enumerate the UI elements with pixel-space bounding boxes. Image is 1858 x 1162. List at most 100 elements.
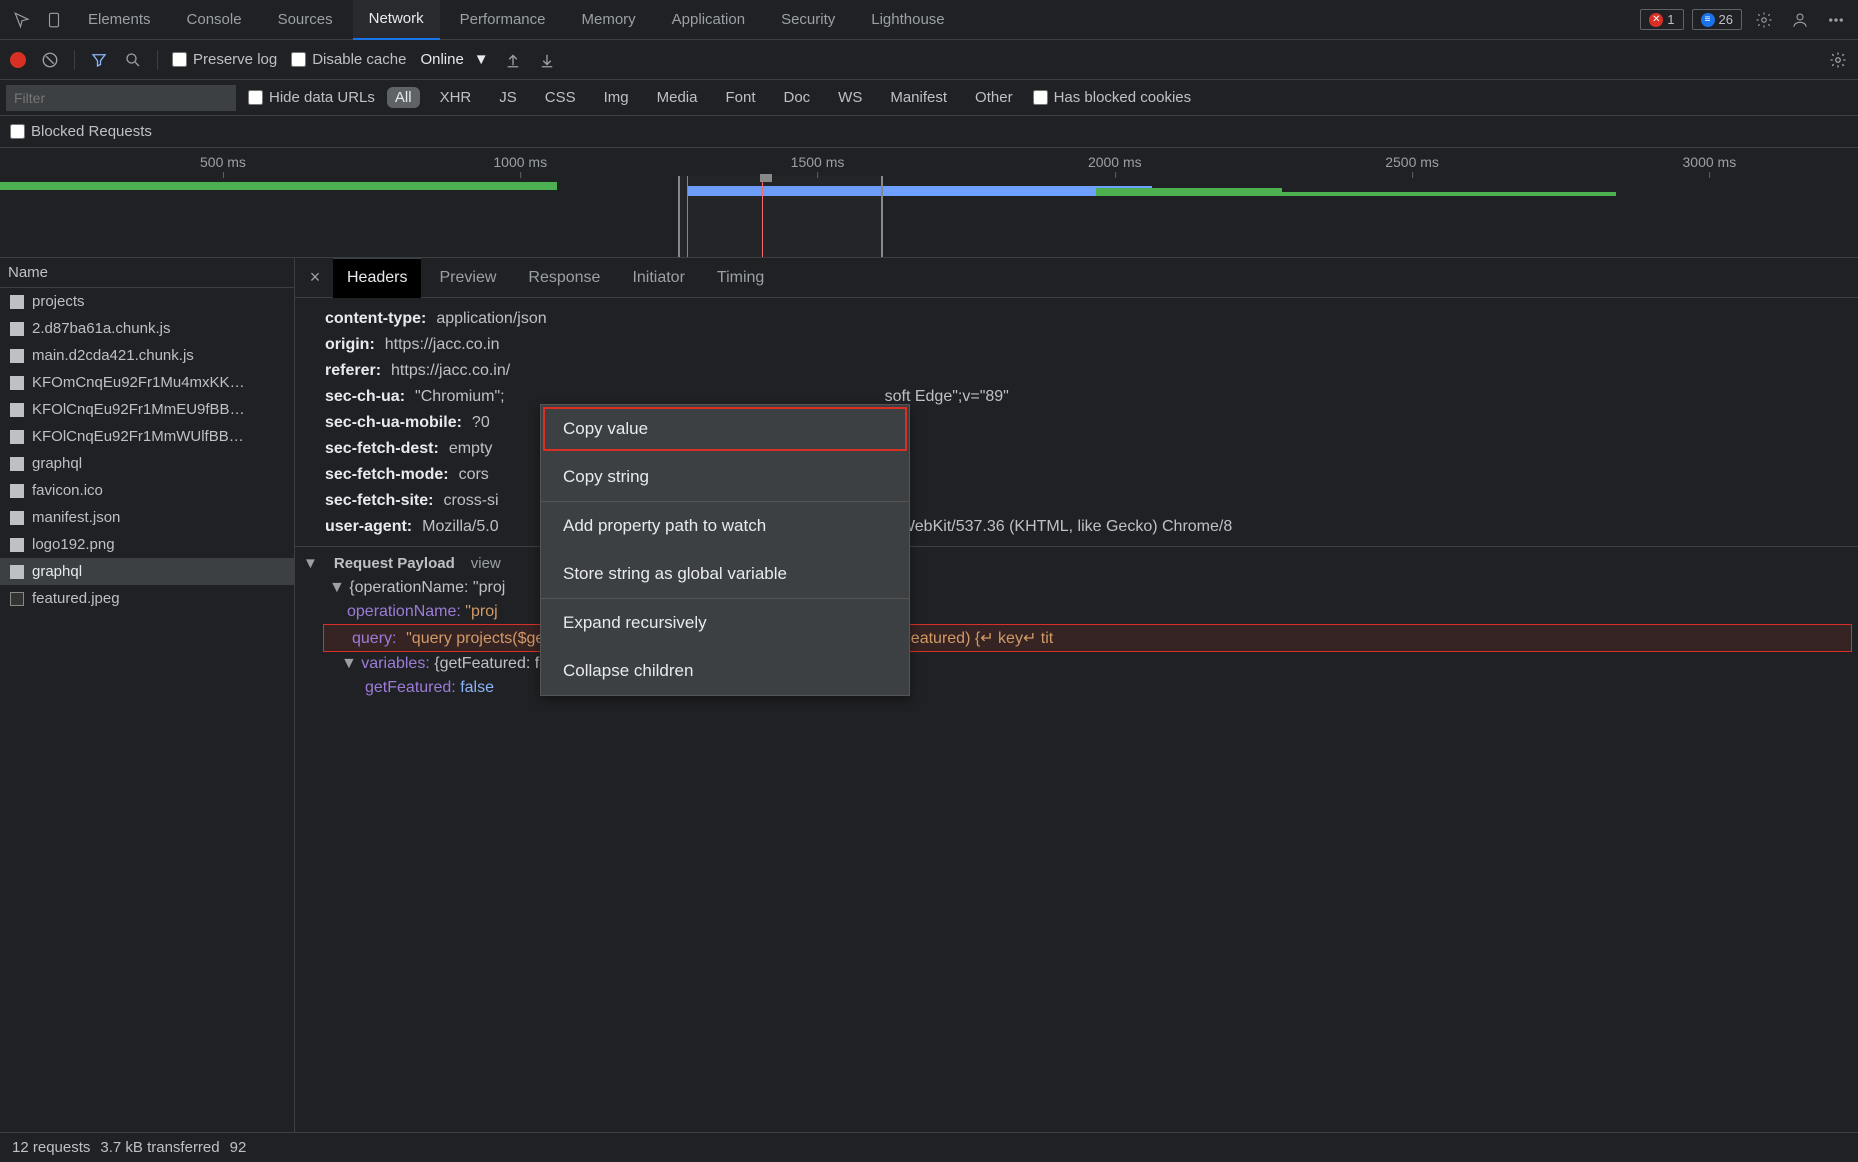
header-row[interactable]: origin:https://jacc.co.in xyxy=(295,332,1858,358)
tab-application[interactable]: Application xyxy=(656,0,761,40)
header-row[interactable]: content-type:application/json xyxy=(295,306,1858,332)
request-name: manifest.json xyxy=(32,509,120,526)
header-row[interactable]: sec-fetch-mode:cors xyxy=(295,462,1858,488)
request-row[interactable]: projects xyxy=(0,288,294,315)
header-row[interactable]: sec-ch-ua-mobile:?0 xyxy=(295,410,1858,436)
header-row[interactable]: sec-fetch-dest:empty xyxy=(295,436,1858,462)
header-row[interactable]: user-agent:Mozilla/5.0pleWebKit/537.36 (… xyxy=(295,514,1858,540)
header-row[interactable]: sec-ch-ua:"Chromium";soft Edge";v="89" xyxy=(295,384,1858,410)
view-source-link[interactable]: view xyxy=(471,555,501,572)
timeline-overview[interactable]: 500 ms 1000 ms 1500 ms 2000 ms 2500 ms 3… xyxy=(0,148,1858,258)
tab-memory[interactable]: Memory xyxy=(566,0,652,40)
tick: 3000 ms xyxy=(1683,154,1737,170)
file-icon xyxy=(10,295,24,309)
tab-performance[interactable]: Performance xyxy=(444,0,562,40)
ctx-store-global[interactable]: Store string as global variable xyxy=(541,550,909,598)
record-button[interactable] xyxy=(10,52,26,68)
type-css[interactable]: CSS xyxy=(537,87,584,108)
file-icon xyxy=(10,322,24,336)
request-row[interactable]: KFOlCnqEu92Fr1MmWUlfBB… xyxy=(0,423,294,450)
name-column-header[interactable]: Name xyxy=(0,258,294,288)
request-row[interactable]: main.d2cda421.chunk.js xyxy=(0,342,294,369)
search-icon[interactable] xyxy=(123,50,143,70)
file-icon xyxy=(10,457,24,471)
timeline-bar xyxy=(1282,192,1616,196)
filter-input[interactable] xyxy=(6,85,236,111)
type-font[interactable]: Font xyxy=(717,87,763,108)
warning-badge[interactable]: ≡26 xyxy=(1692,9,1742,30)
request-row[interactable]: KFOlCnqEu92Fr1MmEU9fBB… xyxy=(0,396,294,423)
filter-icon[interactable] xyxy=(89,50,109,70)
type-xhr[interactable]: XHR xyxy=(432,87,480,108)
file-icon xyxy=(10,592,24,606)
timeline-selection[interactable] xyxy=(678,176,882,257)
request-list-panel: Name projects2.d87ba61a.chunk.jsmain.d2c… xyxy=(0,258,295,1132)
type-img[interactable]: Img xyxy=(596,87,637,108)
ctx-copy-value[interactable]: Copy value xyxy=(541,405,909,453)
devtools-tabbar: Elements Console Sources Network Perform… xyxy=(0,0,1858,40)
throttle-select[interactable]: Online▼ xyxy=(420,51,488,68)
type-manifest[interactable]: Manifest xyxy=(882,87,955,108)
timeline-bar xyxy=(0,182,557,190)
type-other[interactable]: Other xyxy=(967,87,1021,108)
tab-console[interactable]: Console xyxy=(171,0,258,40)
inspect-icon[interactable] xyxy=(8,6,36,34)
tab-security[interactable]: Security xyxy=(765,0,851,40)
network-settings-icon[interactable] xyxy=(1828,50,1848,70)
device-icon[interactable] xyxy=(40,6,68,34)
account-icon[interactable] xyxy=(1786,6,1814,34)
request-row[interactable]: 2.d87ba61a.chunk.js xyxy=(0,315,294,342)
tab-sources[interactable]: Sources xyxy=(262,0,349,40)
file-icon xyxy=(10,511,24,525)
ctx-expand[interactable]: Expand recursively xyxy=(541,599,909,647)
type-media[interactable]: Media xyxy=(649,87,706,108)
tab-timing[interactable]: Timing xyxy=(703,258,778,298)
download-icon[interactable] xyxy=(537,50,557,70)
type-all[interactable]: All xyxy=(387,87,420,108)
ctx-copy-string[interactable]: Copy string xyxy=(541,453,909,501)
tab-headers[interactable]: Headers xyxy=(333,258,421,298)
request-name: KFOmCnqEu92Fr1Mu4mxKK… xyxy=(32,374,245,391)
clear-icon[interactable] xyxy=(40,50,60,70)
close-icon[interactable]: × xyxy=(301,267,329,288)
tab-response[interactable]: Response xyxy=(514,258,614,298)
type-ws[interactable]: WS xyxy=(830,87,870,108)
request-name: graphql xyxy=(32,563,82,580)
file-icon xyxy=(10,376,24,390)
request-row[interactable]: KFOmCnqEu92Fr1Mu4mxKK… xyxy=(0,369,294,396)
tab-network[interactable]: Network xyxy=(353,0,440,40)
filter-bar: Hide data URLs All XHR JS CSS Img Media … xyxy=(0,80,1858,116)
gear-icon[interactable] xyxy=(1750,6,1778,34)
tab-elements[interactable]: Elements xyxy=(72,0,167,40)
tab-preview[interactable]: Preview xyxy=(425,258,510,298)
type-doc[interactable]: Doc xyxy=(775,87,818,108)
request-row[interactable]: graphql xyxy=(0,558,294,585)
error-badge[interactable]: ✕1 xyxy=(1640,9,1683,30)
request-row[interactable]: favicon.ico xyxy=(0,477,294,504)
upload-icon[interactable] xyxy=(503,50,523,70)
request-row[interactable]: graphql xyxy=(0,450,294,477)
type-js[interactable]: JS xyxy=(491,87,525,108)
request-row[interactable]: manifest.json xyxy=(0,504,294,531)
blocked-requests-checkbox[interactable]: Blocked Requests xyxy=(10,123,152,140)
status-extra: 92 xyxy=(230,1139,247,1156)
tab-lighthouse[interactable]: Lighthouse xyxy=(855,0,960,40)
header-row[interactable]: sec-fetch-site:cross-si xyxy=(295,488,1858,514)
request-row[interactable]: logo192.png xyxy=(0,531,294,558)
disable-cache-checkbox[interactable]: Disable cache xyxy=(291,51,406,68)
tab-initiator[interactable]: Initiator xyxy=(618,258,698,298)
ctx-collapse[interactable]: Collapse children xyxy=(541,647,909,695)
chevron-down-icon: ▼ xyxy=(474,51,489,68)
timeline-handle[interactable] xyxy=(760,174,772,182)
hide-data-urls-checkbox[interactable]: Hide data URLs xyxy=(248,89,375,106)
request-row[interactable]: featured.jpeg xyxy=(0,585,294,612)
blocked-cookies-checkbox[interactable]: Has blocked cookies xyxy=(1033,89,1192,106)
header-row[interactable]: referer:https://jacc.co.in/ xyxy=(295,358,1858,384)
more-icon[interactable] xyxy=(1822,6,1850,34)
request-payload-section[interactable]: ▼ Request Payload view xyxy=(295,546,1858,576)
blocked-requests-row: Blocked Requests xyxy=(0,116,1858,148)
ctx-add-watch[interactable]: Add property path to watch xyxy=(541,502,909,550)
detail-panel: × Headers Preview Response Initiator Tim… xyxy=(295,258,1858,1132)
preserve-log-checkbox[interactable]: Preserve log xyxy=(172,51,277,68)
error-count: 1 xyxy=(1667,12,1674,27)
